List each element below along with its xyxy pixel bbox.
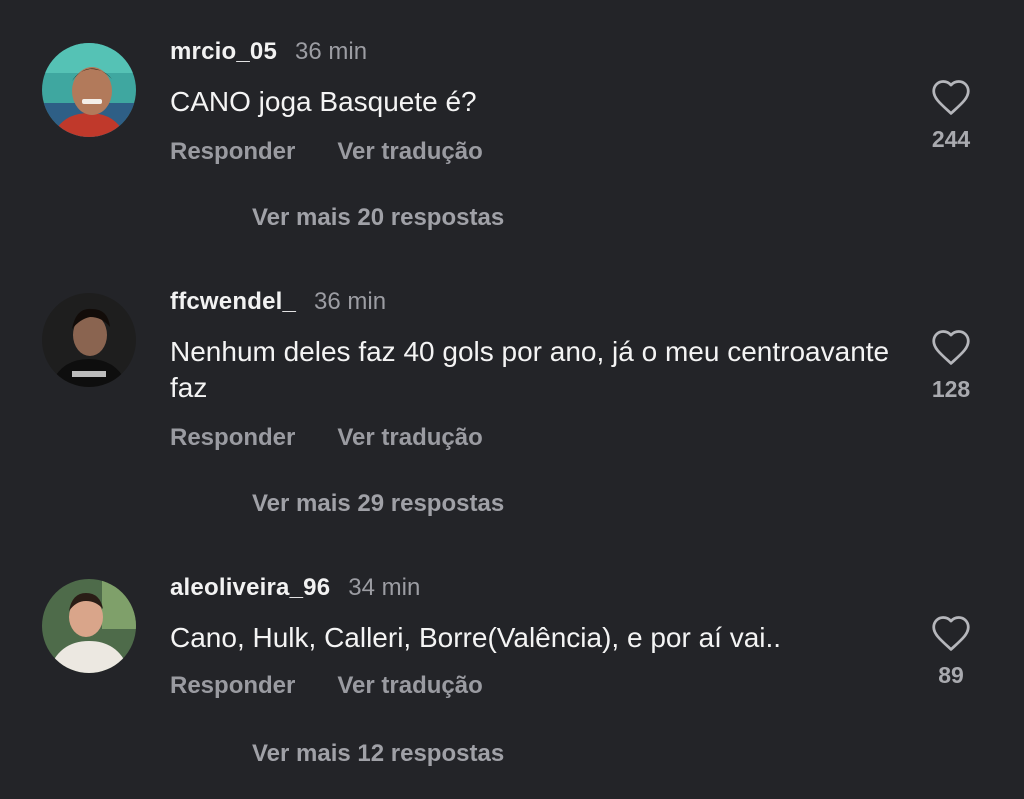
- avatar[interactable]: [42, 43, 136, 137]
- view-more-replies-button[interactable]: Ver mais 20 respostas: [252, 204, 504, 232]
- comment-item: aleoliveira_96 34 min Cano, Hulk, Caller…: [0, 536, 1024, 776]
- like-control: 244: [920, 78, 982, 153]
- like-control: 128: [920, 328, 982, 403]
- comments-list: mrcio_05 36 min CANO joga Basquete é? Re…: [0, 0, 1024, 799]
- comment-time: 36 min: [314, 288, 387, 315]
- translate-button[interactable]: Ver tradução: [337, 138, 482, 166]
- username[interactable]: ffcwendel_: [170, 288, 296, 316]
- like-count: 244: [931, 126, 971, 152]
- comment-time: 36 min: [295, 38, 368, 65]
- username[interactable]: aleoliveira_96: [170, 574, 330, 602]
- comment-header: aleoliveira_96 34 min: [170, 574, 420, 602]
- comment-actions: Responder Ver tradução: [170, 672, 483, 700]
- username[interactable]: mrcio_05: [170, 38, 277, 66]
- heart-icon[interactable]: [930, 614, 972, 652]
- avatar[interactable]: [42, 579, 136, 673]
- comment-header: mrcio_05 36 min: [170, 38, 367, 66]
- heart-icon[interactable]: [930, 78, 972, 116]
- comment-item: mrcio_05 36 min CANO joga Basquete é? Re…: [0, 0, 1024, 240]
- comment-item: ffcwendel_ 36 min Nenhum deles faz 40 go…: [0, 250, 1024, 517]
- comment-time: 34 min: [348, 574, 421, 601]
- view-more-replies-button[interactable]: Ver mais 29 respostas: [252, 490, 504, 518]
- view-more-replies-button[interactable]: Ver mais 12 respostas: [252, 740, 504, 768]
- avatar-photo: [42, 579, 136, 673]
- reply-button[interactable]: Responder: [170, 138, 295, 166]
- avatar-photo: [42, 43, 136, 137]
- comment-text: CANO joga Basquete é?: [170, 86, 477, 117]
- translate-button[interactable]: Ver tradução: [337, 672, 482, 700]
- like-control: 89: [920, 614, 982, 689]
- reply-button[interactable]: Responder: [170, 424, 295, 452]
- like-count: 89: [938, 662, 964, 688]
- comment-text: Nenhum deles faz 40 gols por ano, já o m…: [170, 336, 890, 403]
- comment-header: ffcwendel_ 36 min: [170, 288, 386, 316]
- translate-button[interactable]: Ver tradução: [337, 424, 482, 452]
- avatar[interactable]: [42, 293, 136, 387]
- heart-icon[interactable]: [930, 328, 972, 366]
- like-count: 128: [931, 376, 971, 402]
- reply-button[interactable]: Responder: [170, 672, 295, 700]
- comment-actions: Responder Ver tradução: [170, 424, 483, 452]
- avatar-photo: [42, 293, 136, 387]
- comment-actions: Responder Ver tradução: [170, 138, 483, 166]
- comment-text: Cano, Hulk, Calleri, Borre(Valência), e …: [170, 622, 782, 653]
